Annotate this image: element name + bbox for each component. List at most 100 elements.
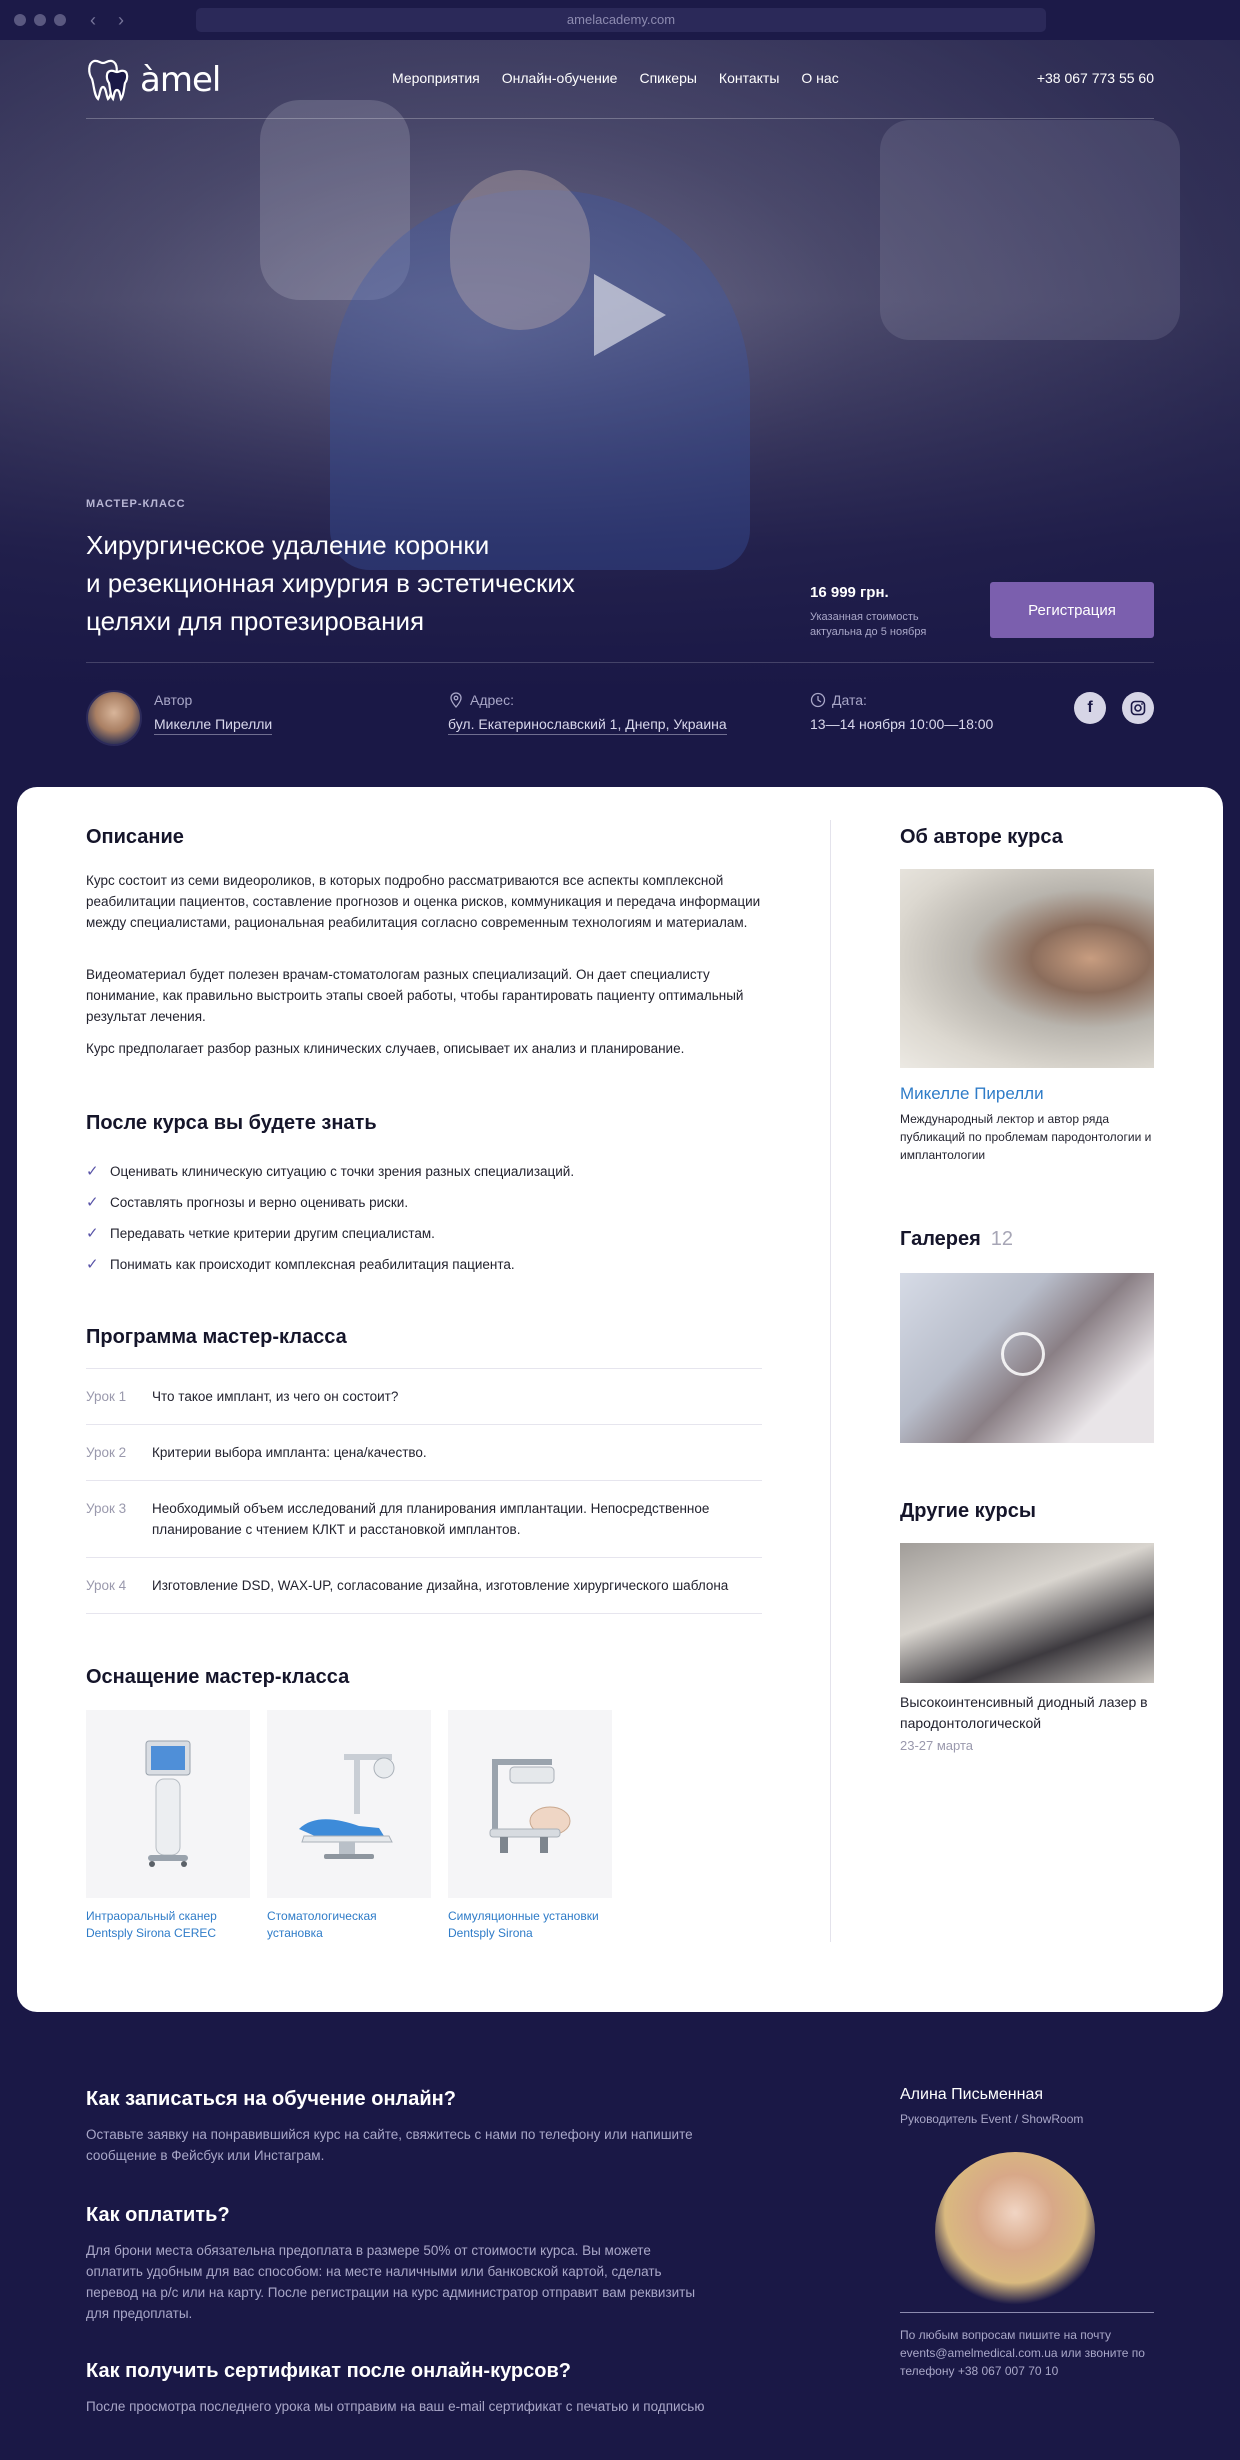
author-label: Автор [154, 692, 193, 708]
lesson-row[interactable]: Урок 3 Необходимый объем исследований для… [86, 1481, 762, 1558]
outcome-text: Понимать как происходит комплексная реаб… [110, 1257, 515, 1272]
lesson-title: Что такое имплант, из чего он состоит? [152, 1389, 399, 1404]
lesson-list: Урок 1 Что такое имплант, из чего он сост… [86, 1368, 762, 1614]
faq-answer: Оставьте заявку на понравившийся курс на… [86, 2127, 693, 2163]
gallery-title: Галерея [900, 1228, 981, 1250]
site-logo[interactable]: àmel [86, 52, 236, 108]
address-label: Адрес: [470, 692, 514, 708]
faq-question: Как оплатить? [86, 2204, 230, 2226]
check-icon: ✓ [86, 1224, 99, 1242]
register-button[interactable]: Регистрация [990, 582, 1154, 638]
course-title: Хирургическое удаление коронки и резекци… [86, 526, 686, 640]
other-course-title[interactable]: Высокоинтенсивный диодный лазер в пародо… [900, 1692, 1154, 1734]
lesson-number: Урок 4 [86, 1578, 127, 1593]
nav-link-speakers[interactable]: Спикеры [639, 70, 696, 86]
check-icon: ✓ [86, 1193, 99, 1211]
forward-arrow-icon[interactable]: › [112, 10, 130, 30]
other-course-date: 23-27 марта [900, 1738, 974, 1753]
lesson-row[interactable]: Урок 4 Изготовление DSD, WAX-UP, согласов… [86, 1558, 762, 1614]
nav-link-online[interactable]: Онлайн-обучение [502, 70, 618, 86]
equipment-card[interactable]: Стоматологическая установка [267, 1710, 431, 1942]
other-course-image[interactable] [900, 1543, 1154, 1683]
author-heading: Об авторе курса [900, 826, 1063, 848]
equipment-card[interactable]: Интраоральный сканер Dentsply Sirona CER… [86, 1710, 250, 1942]
lesson-row[interactable]: Урок 1 Что такое имплант, из чего он сост… [86, 1369, 762, 1425]
price-note: Указанная стоимость актуальна до 5 ноябр… [810, 611, 927, 638]
program-heading: Программа мастер-класса [86, 1326, 347, 1348]
clock-icon [810, 692, 826, 708]
course-title-line: Хирургическое удаление коронки [86, 530, 490, 560]
list-item: ✓ Составлять прогнозы и верно оценивать р… [86, 1187, 766, 1218]
description-heading: Описание [86, 826, 184, 848]
back-arrow-icon[interactable]: ‹ [84, 10, 102, 30]
lesson-title: Необходимый объем исследований для плани… [152, 1501, 710, 1537]
author-name-link[interactable]: Микелле Пирелли [900, 1084, 1044, 1104]
course-type-label: МАСТЕР-КЛАСС [86, 498, 186, 510]
faq-question: Как записаться на обучение онлайн? [86, 2088, 456, 2110]
lesson-number: Урок 1 [86, 1389, 127, 1404]
hero-photo-equipment [880, 120, 1180, 340]
lesson-row[interactable]: Урок 2 Критерии выбора импланта: цена/кач… [86, 1425, 762, 1481]
hero-divider [86, 662, 1154, 663]
zoom-icon[interactable] [1001, 1332, 1045, 1376]
contact-note: По любым вопросам пишите на почту events… [900, 2328, 1145, 2378]
list-item: ✓ Оценивать клиническую ситуацию с точки … [86, 1156, 766, 1187]
equipment-name[interactable]: Стоматологическая установка [267, 1908, 431, 1942]
author-avatar[interactable] [86, 690, 142, 746]
browser-chrome: ‹ › amelacademy.com [0, 0, 1240, 40]
author-description: Международный лектор и автор ряда публик… [900, 1112, 1152, 1162]
contact-divider [900, 2312, 1154, 2313]
window-close-dot[interactable] [14, 14, 26, 26]
description-paragraph: Курс предполагает разбор разных клиничес… [86, 1041, 685, 1056]
equipment-card[interactable]: Симуляционные установки Dentsply Sirona [448, 1710, 612, 1942]
header-phone[interactable]: +38 067 773 55 60 [1037, 70, 1154, 86]
tooth-logo-icon [88, 59, 129, 102]
dental-chair-image [267, 1710, 431, 1898]
check-icon: ✓ [86, 1162, 99, 1180]
column-divider [830, 820, 831, 1942]
description-paragraph: Видеоматериал будет полезен врачам-стома… [86, 967, 744, 1024]
contact-photo [935, 2152, 1095, 2312]
equipment-name[interactable]: Симуляционные установки Dentsply Sirona [448, 1908, 612, 1942]
main-nav: Мероприятия Онлайн-обучение Спикеры Конт… [392, 70, 839, 86]
faq-question: Как получить сертификат после онлайн-кур… [86, 2360, 571, 2382]
description-paragraph: Курс состоит из семи видеороликов, в кот… [86, 873, 761, 930]
gallery-count: 12 [990, 1228, 1014, 1250]
contact-role: Руководитель Event / ShowRoom [900, 2112, 1084, 2126]
nav-link-events[interactable]: Мероприятия [392, 70, 480, 86]
nav-link-about[interactable]: О нас [801, 70, 838, 86]
play-video-icon[interactable] [590, 270, 670, 360]
lesson-title: Критерии выбора импланта: цена/качество. [152, 1445, 427, 1460]
equipment-name[interactable]: Интраоральный сканер Dentsply Sirona CER… [86, 1908, 250, 1942]
faq-answer: Для брони места обязательна предоплата в… [86, 2243, 696, 2321]
address-bar[interactable]: amelacademy.com [196, 8, 1046, 32]
hero-photo-head [450, 170, 590, 330]
check-icon: ✓ [86, 1255, 99, 1273]
course-price: 16 999 грн. [810, 584, 889, 601]
outcomes-heading: После курса вы будете знать [86, 1112, 377, 1134]
lesson-title: Изготовление DSD, WAX-UP, согласование д… [152, 1578, 729, 1593]
outcome-text: Оценивать клиническую ситуацию с точки з… [110, 1164, 575, 1179]
location-pin-icon [450, 692, 462, 708]
facebook-icon[interactable]: f [1074, 692, 1106, 724]
header-divider [86, 118, 1154, 119]
instagram-icon[interactable] [1122, 692, 1154, 724]
window-zoom-dot[interactable] [54, 14, 66, 26]
contact-name: Алина Письменная [900, 2086, 1044, 2103]
course-title-line: и резекционная хирургия в эстетических [86, 568, 575, 598]
outcomes-list: ✓ Оценивать клиническую ситуацию с точки … [86, 1156, 766, 1280]
lesson-number: Урок 2 [86, 1445, 127, 1460]
date-label: Дата: [832, 692, 867, 708]
hero-banner [0, 40, 1240, 786]
author-link[interactable]: Микелле Пирелли [154, 716, 273, 735]
address-link[interactable]: бул. Екатеринославский 1, Днепр, Украина [448, 716, 727, 735]
author-photo[interactable] [900, 869, 1154, 1068]
faq-answer: После просмотра последнего урока мы отпр… [86, 2399, 705, 2414]
outcome-text: Передавать четкие критерии другим специа… [110, 1226, 435, 1241]
equipment-heading: Оснащение мастер-класса [86, 1666, 350, 1688]
nav-link-contacts[interactable]: Контакты [719, 70, 779, 86]
list-item: ✓ Понимать как происходит комплексная реа… [86, 1249, 766, 1280]
scanner-image [86, 1710, 250, 1898]
window-minimize-dot[interactable] [34, 14, 46, 26]
outcome-text: Составлять прогнозы и верно оценивать ри… [110, 1195, 409, 1210]
